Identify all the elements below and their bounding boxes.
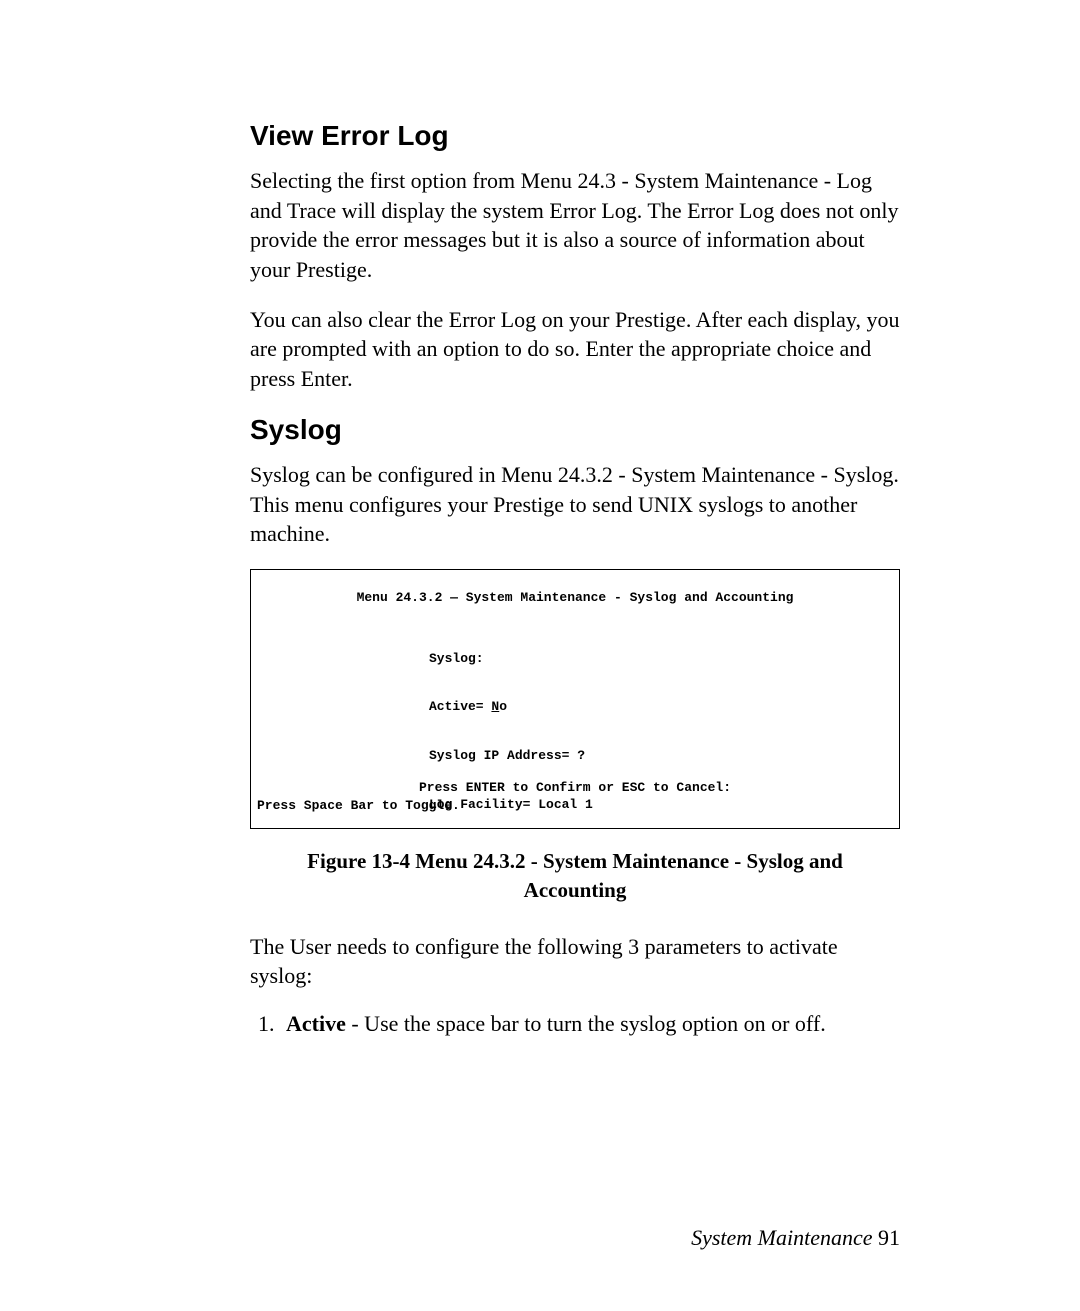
heading-syslog: Syslog — [250, 414, 900, 446]
paragraph: You can also clear the Error Log on your… — [250, 305, 900, 394]
terminal-line-ip: Syslog IP Address= ? — [429, 748, 891, 764]
terminal-confirm-line: Press ENTER to Confirm or ESC to Cancel: — [251, 780, 899, 796]
terminal-line-facility: Log Facility= Local 1 — [429, 797, 891, 813]
parameter-list: Active - Use the space bar to turn the s… — [250, 1011, 900, 1037]
paragraph: Syslog can be configured in Menu 24.3.2 … — [250, 460, 900, 549]
footer-page-number: 91 — [878, 1225, 900, 1250]
list-item-bold: Active — [286, 1011, 346, 1036]
figure-caption: Figure 13-4 Menu 24.3.2 - System Mainten… — [288, 847, 862, 906]
terminal-line-syslog: Syslog: — [429, 651, 891, 667]
terminal-title: Menu 24.3.2 — System Maintenance - Syslo… — [259, 590, 891, 606]
terminal-line-active: Active= No — [429, 699, 891, 715]
page-footer: System Maintenance 91 — [691, 1225, 900, 1251]
list-item: Active - Use the space bar to turn the s… — [280, 1011, 900, 1037]
terminal-fields: Syslog: Active= No Syslog IP Address= ? … — [429, 618, 891, 829]
page: View Error Log Selecting the first optio… — [0, 0, 1080, 1311]
terminal-toggle-line: Press Space Bar to Toggle. — [257, 798, 460, 814]
paragraph: Selecting the first option from Menu 24.… — [250, 166, 900, 285]
list-item-text: - Use the space bar to turn the syslog o… — [346, 1011, 826, 1036]
terminal-screenshot: Menu 24.3.2 — System Maintenance - Syslo… — [250, 569, 900, 829]
footer-section-label: System Maintenance — [691, 1225, 878, 1250]
heading-view-error-log: View Error Log — [250, 120, 900, 152]
paragraph: The User needs to configure the followin… — [250, 932, 900, 991]
